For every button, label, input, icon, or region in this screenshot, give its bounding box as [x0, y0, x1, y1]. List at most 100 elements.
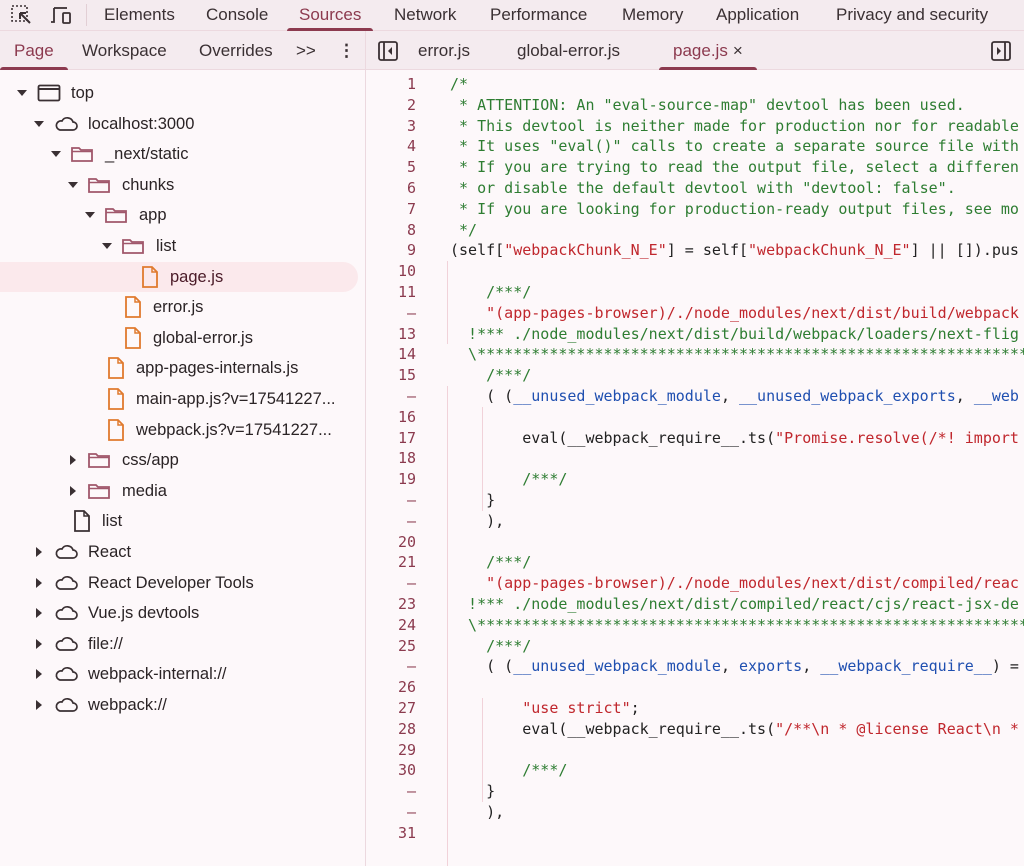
expanded-arrow-icon[interactable] — [85, 212, 95, 219]
tab-application[interactable]: Application — [716, 0, 799, 31]
line-number[interactable]: 10 — [366, 261, 416, 282]
toggle-debugger-icon[interactable] — [990, 40, 1014, 62]
tree-item[interactable]: React — [0, 537, 365, 568]
tab-console[interactable]: Console — [206, 0, 268, 31]
collapsed-arrow-icon[interactable] — [70, 485, 76, 496]
tree-item[interactable]: chunks — [0, 170, 365, 201]
expanded-arrow-icon[interactable] — [68, 181, 78, 188]
more-tabs-button[interactable]: >> — [296, 31, 316, 70]
tree-item[interactable]: list — [0, 231, 365, 262]
more-options-icon[interactable]: ⋮ — [338, 31, 355, 70]
comment-token: /***/ — [450, 470, 568, 489]
editor-tab-page-js[interactable]: page.js × — [659, 31, 757, 70]
tree-item[interactable]: localhost:3000 — [0, 109, 365, 140]
tab-network[interactable]: Network — [394, 0, 456, 31]
line-number[interactable]: 11 — [366, 282, 416, 303]
line-number[interactable]: 6 — [366, 178, 416, 199]
tree-item[interactable]: css/app — [0, 445, 365, 476]
line-number[interactable]: 23 — [366, 594, 416, 615]
line-number[interactable]: – — [366, 386, 416, 407]
close-tab-icon[interactable]: × — [733, 41, 743, 60]
line-number[interactable]: 28 — [366, 719, 416, 740]
tree-item[interactable]: main-app.js?v=17541227... — [0, 384, 365, 415]
tab-page[interactable]: Page — [0, 31, 68, 70]
tree-item[interactable]: list — [0, 506, 365, 537]
toggle-navigator-icon[interactable] — [377, 40, 401, 62]
expanded-arrow-icon[interactable] — [51, 151, 61, 158]
line-number[interactable]: 13 — [366, 324, 416, 345]
expanded-arrow-icon[interactable] — [102, 242, 112, 249]
tab-workspace[interactable]: Workspace — [82, 31, 167, 70]
line-number[interactable]: – — [366, 802, 416, 823]
line-number[interactable]: 7 — [366, 199, 416, 220]
line-number[interactable]: 24 — [366, 615, 416, 636]
tree-item[interactable]: app — [0, 200, 365, 231]
line-number[interactable]: 29 — [366, 740, 416, 761]
tree-item[interactable]: page.js — [0, 261, 358, 293]
line-number[interactable]: – — [366, 656, 416, 677]
line-number[interactable]: – — [366, 573, 416, 594]
line-number[interactable]: 8 — [366, 220, 416, 241]
line-number[interactable]: 15 — [366, 365, 416, 386]
line-number[interactable]: 16 — [366, 407, 416, 428]
code-text: /***/ — [450, 469, 567, 490]
tree-item[interactable]: global-error.js — [0, 323, 365, 354]
code-line: 2 * ATTENTION: An "eval-source-map" devt… — [366, 95, 1024, 116]
line-number[interactable]: 31 — [366, 823, 416, 844]
tab-overrides[interactable]: Overrides — [199, 31, 273, 70]
tree-item[interactable]: app-pages-internals.js — [0, 353, 365, 384]
editor-tab-global-error-js[interactable]: global-error.js — [517, 31, 620, 70]
line-number[interactable]: 14 — [366, 344, 416, 365]
tab-sources[interactable]: Sources — [286, 0, 374, 31]
tab-performance[interactable]: Performance — [490, 0, 587, 31]
tree-item[interactable]: _next/static — [0, 139, 365, 170]
code-text: ( (__unused_webpack_module, __unused_web… — [450, 386, 1019, 407]
collapsed-arrow-icon[interactable] — [36, 608, 42, 619]
device-toolbar-icon[interactable] — [50, 4, 74, 26]
tree-item-label: webpack-internal:// — [88, 665, 227, 684]
line-number[interactable]: 21 — [366, 552, 416, 573]
tree-item[interactable]: Vue.js devtools — [0, 598, 365, 629]
collapsed-arrow-icon[interactable] — [36, 669, 42, 680]
tree-item[interactable]: media — [0, 476, 365, 507]
collapsed-arrow-icon[interactable] — [36, 699, 42, 710]
line-number[interactable]: – — [366, 303, 416, 324]
line-number[interactable]: – — [366, 781, 416, 802]
line-number[interactable]: 19 — [366, 469, 416, 490]
identifier-token: __web — [973, 386, 1019, 405]
tree-item[interactable]: top — [0, 78, 365, 109]
collapsed-arrow-icon[interactable] — [70, 455, 76, 466]
tree-item[interactable]: webpack-internal:// — [0, 659, 365, 690]
line-number[interactable]: 5 — [366, 157, 416, 178]
expanded-arrow-icon[interactable] — [34, 120, 44, 127]
line-number[interactable]: 2 — [366, 95, 416, 116]
line-number[interactable]: 26 — [366, 677, 416, 698]
inspect-element-icon[interactable] — [10, 4, 34, 26]
line-number[interactable]: 18 — [366, 448, 416, 469]
line-number[interactable]: 27 — [366, 698, 416, 719]
line-number[interactable]: 4 — [366, 136, 416, 157]
editor-tab-error-js[interactable]: error.js — [418, 31, 470, 70]
collapsed-arrow-icon[interactable] — [36, 638, 42, 649]
tree-item[interactable]: file:// — [0, 629, 365, 660]
line-number[interactable]: 30 — [366, 760, 416, 781]
line-number[interactable]: 1 — [366, 74, 416, 95]
collapsed-arrow-icon[interactable] — [36, 546, 42, 557]
tree-item[interactable]: React Developer Tools — [0, 568, 365, 599]
tree-item[interactable]: webpack:// — [0, 690, 365, 721]
expanded-arrow-icon[interactable] — [17, 90, 27, 96]
line-number[interactable]: – — [366, 490, 416, 511]
tab-elements[interactable]: Elements — [104, 0, 175, 31]
line-number[interactable]: – — [366, 511, 416, 532]
tree-item[interactable]: webpack.js?v=17541227... — [0, 415, 365, 446]
tree-item[interactable]: error.js — [0, 292, 365, 323]
line-number[interactable]: 9 — [366, 240, 416, 261]
tab-privacy-and-security[interactable]: Privacy and security — [836, 0, 988, 31]
line-number[interactable]: 3 — [366, 116, 416, 137]
tab-memory[interactable]: Memory — [622, 0, 683, 31]
collapsed-arrow-icon[interactable] — [36, 577, 42, 588]
line-number[interactable]: 20 — [366, 532, 416, 553]
code-editor[interactable]: 1 /* 2 * ATTENTION: An "eval-source-map" d… — [366, 74, 1024, 866]
line-number[interactable]: 17 — [366, 428, 416, 449]
line-number[interactable]: 25 — [366, 636, 416, 657]
